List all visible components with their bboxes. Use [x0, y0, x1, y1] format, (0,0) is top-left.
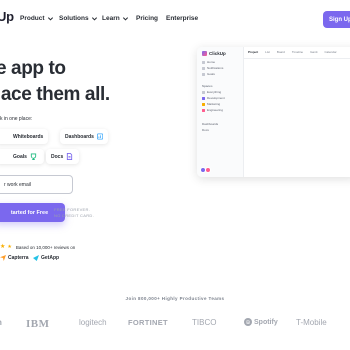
preview-space-label: Engineering	[207, 108, 224, 112]
feature-goals-label: Goals	[13, 153, 27, 160]
nav-learn[interactable]: Learn	[102, 15, 129, 22]
brand-logo-tmobile: T-Mobile	[296, 318, 327, 327]
brand-logo-spotify-label: Spotify	[254, 318, 278, 326]
getapp-label: GetApp	[41, 255, 60, 261]
space-color-icon	[202, 102, 205, 106]
feature-docs-label: Docs	[51, 153, 64, 160]
preview-side-docs: Docs	[202, 128, 209, 132]
preview-space-engineering: Engineering	[202, 108, 223, 112]
preview-tab: List	[265, 50, 270, 54]
feature-dashboards-label: Dashboards	[65, 133, 94, 140]
bell-icon	[202, 66, 205, 70]
preview-space-label: Marketing	[207, 102, 221, 106]
preview-side-dashboards: Dashboards	[202, 122, 218, 126]
preview-side-notifications-label: Notifications	[207, 66, 224, 70]
brand-logo-logitech: logitech	[79, 318, 107, 327]
clickup-logo[interactable]: Up	[0, 9, 14, 24]
getapp-icon	[33, 255, 39, 261]
nav-solutions-label: Solutions	[59, 15, 89, 22]
cta-note-free: FREE FOREVER.	[54, 207, 91, 212]
top-navbar: Up Product Solutions Learn Pricing Enter…	[0, 0, 350, 38]
preview-side-docs-label: Docs	[202, 128, 209, 132]
preview-space-marketing: Marketing	[202, 102, 220, 106]
feature-goals[interactable]: Goals	[0, 149, 44, 164]
preview-side-notifications: Notifications	[202, 66, 223, 70]
hero-subtitle: k in one place:	[0, 116, 33, 122]
cta-note-card: NO CREDIT CARD.	[54, 213, 94, 218]
preview-view-tabs: Project List Board Timeline Gantt Calend…	[248, 50, 337, 54]
star-half-icon: ★	[7, 243, 12, 250]
brand-logo-ibm: IBM	[26, 318, 50, 330]
preview-space-label: Everything	[207, 90, 222, 94]
home-icon	[202, 60, 205, 64]
preview-spaces-heading: Spaces	[202, 84, 213, 88]
space-color-icon	[202, 96, 205, 100]
preview-tab: Gantt	[310, 50, 318, 54]
dashboard-icon	[96, 133, 103, 140]
app-preview-sidebar: ClickUp Home Notifications Goals Spaces …	[197, 47, 244, 177]
brand-logo-partial: n	[0, 318, 2, 327]
nav-learn-label: Learn	[102, 15, 120, 22]
chevron-down-icon	[91, 17, 97, 21]
preview-avatars	[200, 167, 211, 173]
spotify-icon	[244, 318, 252, 326]
brand-logo-tibco: TIBCO	[192, 318, 217, 327]
nav-enterprise[interactable]: Enterprise	[166, 15, 198, 22]
feature-docs[interactable]: Docs	[46, 149, 79, 164]
doc-icon	[67, 153, 73, 160]
feature-whiteboards[interactable]: Whiteboards	[0, 129, 48, 144]
capterra-icon	[0, 255, 6, 261]
nav-solutions[interactable]: Solutions	[59, 15, 98, 22]
goal-icon	[202, 72, 205, 76]
preview-tab: Timeline	[291, 50, 304, 54]
rating-text: Based on 10,000+ reviews on	[15, 244, 76, 250]
goal-trophy-icon	[30, 153, 37, 160]
brand-logo-fortinet: FORTINET	[128, 318, 168, 327]
preview-space-everything: Everything	[202, 90, 221, 94]
feature-left-edge	[0, 129, 2, 144]
nav-pricing[interactable]: Pricing	[136, 15, 158, 22]
trusted-by-heading: Join 800,000+ Highly Productive Teams	[125, 296, 225, 301]
preview-tab: Project	[248, 50, 259, 54]
app-preview-window: ClickUp Home Notifications Goals Spaces …	[197, 47, 350, 177]
capterra-label: Capterra	[8, 255, 29, 261]
preview-side-home-label: Home	[207, 60, 216, 64]
chevron-down-icon	[47, 17, 53, 21]
email-input[interactable]: r work email	[0, 175, 73, 194]
avatar	[205, 167, 211, 173]
preview-tab: Calendar	[324, 50, 337, 54]
brand-logo-spotify: Spotify	[244, 318, 278, 326]
app-preview-logo-text: ClickUp	[209, 51, 226, 56]
preview-space-label: Development	[207, 96, 225, 100]
nav-product-label: Product	[20, 15, 45, 22]
preview-space-development: Development	[202, 96, 225, 100]
space-color-icon	[202, 108, 205, 112]
feature-dashboards[interactable]: Dashboards	[60, 129, 108, 144]
space-color-icon	[202, 90, 205, 94]
capterra-badge[interactable]: Capterra	[0, 255, 29, 261]
nav-product[interactable]: Product	[20, 15, 54, 22]
signup-button[interactable]: Sign Up	[323, 11, 350, 28]
getapp-badge[interactable]: GetApp	[33, 255, 59, 261]
feature-whiteboards-label: Whiteboards	[13, 133, 44, 140]
hero-title-line-2: lace them all.	[0, 84, 110, 105]
preview-side-goals: Goals	[202, 72, 215, 76]
preview-tab: Board	[276, 50, 285, 54]
star-icon: ★	[0, 244, 6, 250]
preview-divider	[244, 58, 350, 59]
preview-side-home: Home	[202, 60, 215, 64]
preview-side-dashboards-label: Dashboards	[202, 122, 219, 126]
chevron-down-icon	[122, 17, 128, 21]
rating-row: ★ ★ Based on 10,000+ reviews on	[0, 244, 75, 250]
preview-side-goals-label: Goals	[207, 72, 215, 76]
clickup-mark-icon	[202, 51, 207, 56]
app-preview-logo: ClickUp	[202, 51, 226, 56]
hero-title-line-1: e app to	[0, 58, 66, 79]
